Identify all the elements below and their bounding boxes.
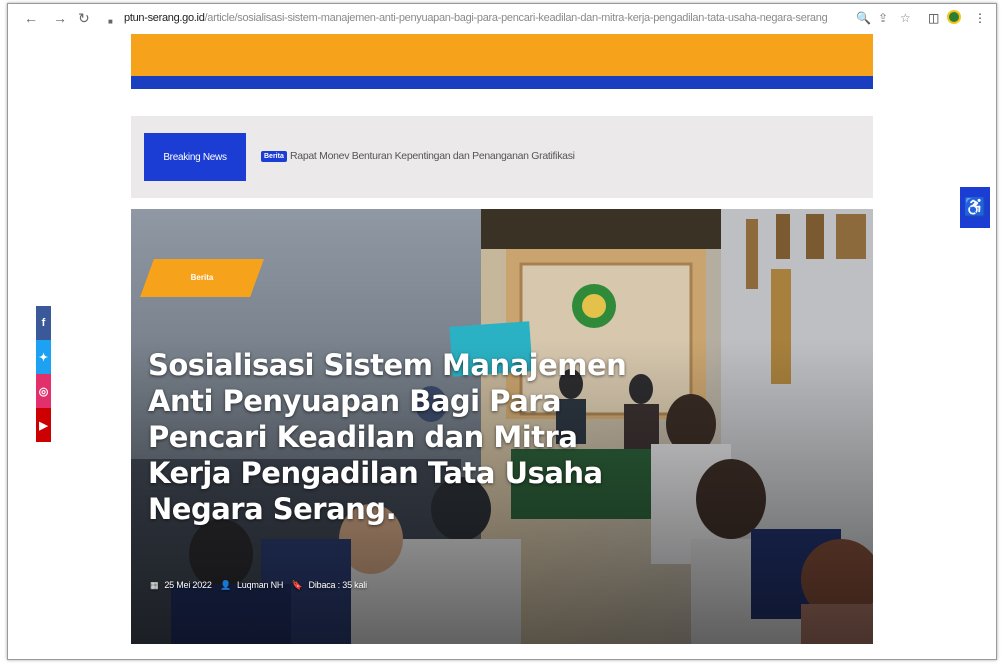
back-icon[interactable]: ← <box>24 10 38 26</box>
ticker-category-badge: Berita <box>261 151 287 162</box>
browser-window: ← → ↻ ■ ptun-serang.go.id/article/sosial… <box>7 3 997 660</box>
accessibility-icon: ♿ <box>963 197 987 217</box>
sidepanel-icon[interactable]: ◫ <box>928 11 939 25</box>
address-bar[interactable]: ptun-serang.go.id/article/sosialisasi-si… <box>124 12 828 24</box>
user-icon: 👤 <box>219 580 231 590</box>
zoom-icon[interactable]: 🔍 <box>856 11 871 25</box>
hero-category-badge[interactable]: Berita <box>140 259 264 297</box>
header-orange-stripe <box>131 34 873 76</box>
twitter-icon: ✦ <box>38 351 49 364</box>
facebook-button[interactable]: f <box>36 306 51 340</box>
youtube-button[interactable]: ▶ <box>36 408 51 442</box>
article-views: Dibaca : 35 kali <box>308 580 368 590</box>
article-meta: ▦ 25 Mei 2022 👤 Luqman NH 🔖 Dibaca : 35 kal… <box>150 580 373 591</box>
accessibility-button[interactable]: ♿ <box>960 187 990 228</box>
facebook-icon: f <box>41 317 46 329</box>
header-blue-stripe <box>131 76 873 89</box>
youtube-icon: ▶ <box>39 419 48 432</box>
bookmark-icon: 🔖 <box>291 580 303 590</box>
url-host: ptun-serang.go.id <box>124 12 205 24</box>
url-path: /article/sosialisasi-sistem-manajemen-an… <box>204 12 828 24</box>
menu-icon[interactable]: ⋮ <box>974 11 986 25</box>
article-author[interactable]: Luqman NH <box>237 580 283 590</box>
twitter-button[interactable]: ✦ <box>36 340 51 374</box>
hero-category-label: Berita <box>190 273 214 282</box>
share-icon[interactable]: ⇪ <box>878 11 888 25</box>
article-date: 25 Mei 2022 <box>164 580 212 590</box>
extension-icon[interactable] <box>947 10 961 24</box>
breaking-news-ticker: Breaking News Berita Rapat Monev Bentura… <box>131 116 873 198</box>
calendar-icon: ▦ <box>150 580 159 590</box>
article-title[interactable]: Sosialisasi Sistem Manajemen Anti Penyua… <box>148 347 648 527</box>
browser-toolbar: ← → ↻ ■ ptun-serang.go.id/article/sosial… <box>8 4 996 34</box>
instagram-icon: ◎ <box>38 385 49 398</box>
hero-article[interactable]: Berita Sosialisasi Sistem Manajemen Anti… <box>131 209 873 644</box>
reload-icon[interactable]: ↻ <box>78 10 90 26</box>
breaking-news-label[interactable]: Breaking News <box>144 133 246 181</box>
lock-icon[interactable]: ■ <box>108 14 113 30</box>
star-icon[interactable]: ☆ <box>900 11 911 25</box>
instagram-button[interactable]: ◎ <box>36 374 51 408</box>
ticker-headline-link[interactable]: Rapat Monev Benturan Kepentingan dan Pen… <box>290 150 575 162</box>
forward-icon[interactable]: → <box>53 10 67 26</box>
